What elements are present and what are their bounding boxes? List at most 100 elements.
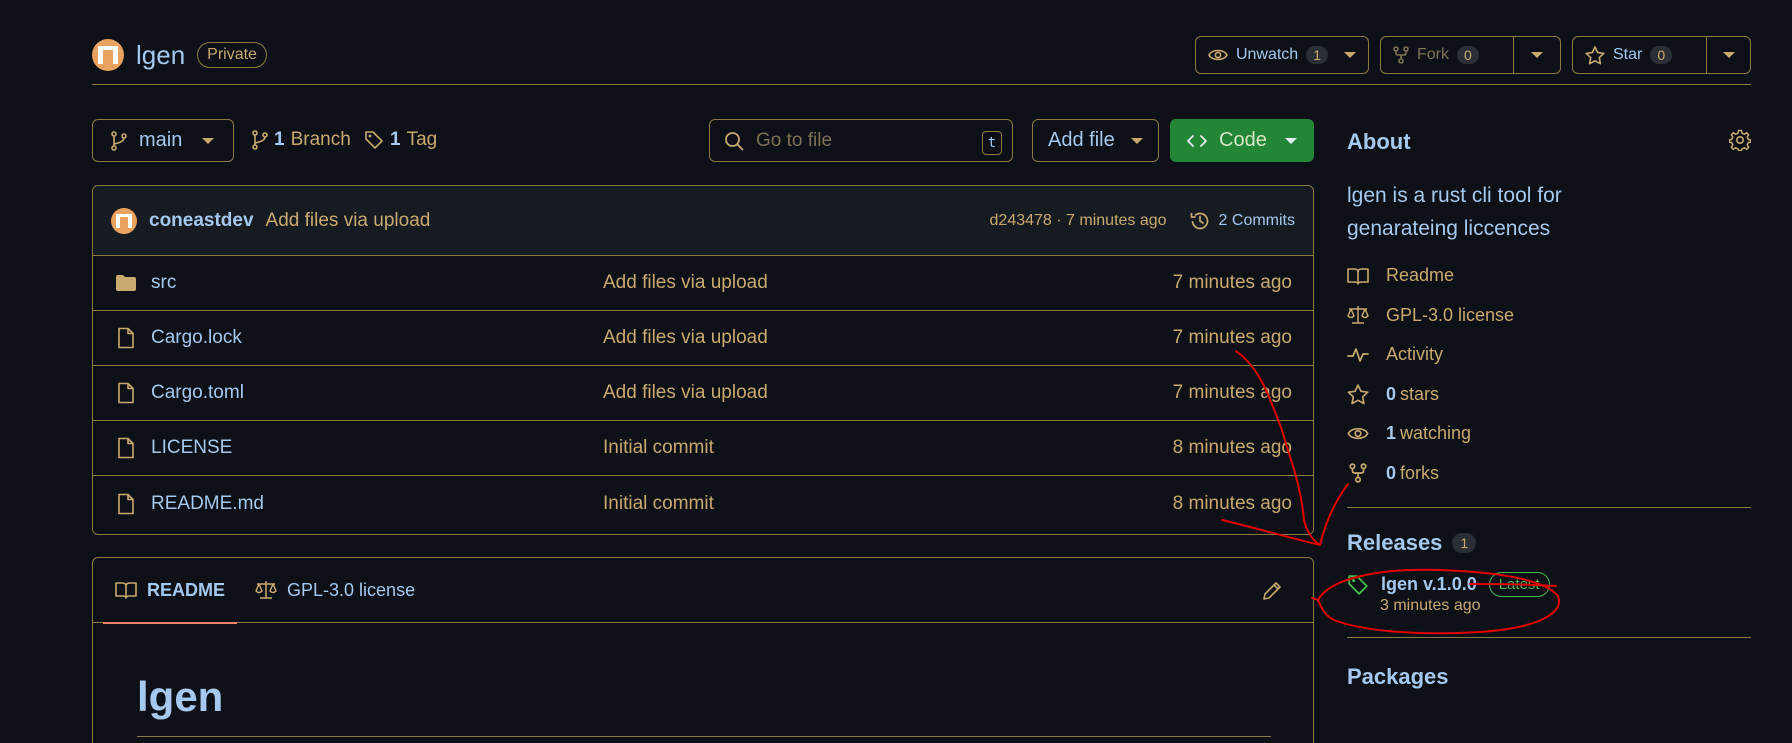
file-name[interactable]: Cargo.toml — [151, 382, 601, 404]
link-text: 1 watching — [1386, 423, 1471, 444]
tab-readme-label: README — [147, 579, 226, 600]
commit-message[interactable]: Add files via upload — [266, 210, 431, 232]
branch-selector[interactable]: main — [92, 119, 234, 162]
readme-heading: lgen — [137, 673, 224, 720]
forks-link[interactable]: 0 forks — [1347, 454, 1751, 494]
star-button[interactable]: Star 0 — [1573, 37, 1706, 73]
file-commit-message[interactable]: Initial commit — [603, 493, 714, 515]
file-icon — [115, 437, 137, 459]
history-icon — [1189, 210, 1211, 232]
tags-link[interactable]: 1 Tag — [364, 129, 437, 151]
releases-title: Releases — [1347, 530, 1443, 555]
branch-label: Branch — [290, 129, 351, 150]
star-icon — [1585, 45, 1605, 65]
book-icon — [115, 581, 137, 599]
forks-count: 0 — [1386, 462, 1397, 483]
file-name[interactable]: src — [151, 272, 601, 294]
watchers-count: 1 — [1386, 423, 1397, 444]
owner-avatar[interactable] — [92, 39, 124, 71]
readme-panel: README GPL-3.0 license lgen — [92, 557, 1314, 743]
file-date: 7 minutes ago — [1172, 382, 1292, 403]
keyboard-shortcut-hint: t — [982, 131, 1002, 155]
file-date: 7 minutes ago — [1172, 327, 1292, 348]
file-name[interactable]: LICENSE — [151, 437, 601, 459]
unwatch-button[interactable]: Unwatch 1 — [1196, 37, 1368, 73]
star-button-group: Star 0 — [1572, 36, 1751, 74]
table-row[interactable]: Cargo.toml Add files via upload 7 minute… — [93, 366, 1313, 421]
search-placeholder: Go to file — [756, 129, 833, 151]
folder-icon — [115, 274, 137, 292]
sidebar-divider — [1347, 637, 1751, 638]
file-date: 8 minutes ago — [1172, 437, 1292, 458]
file-commit-message[interactable]: Initial commit — [603, 437, 714, 459]
file-toolbar: main 1 Branch 1 Tag Go to file t Add fil… — [92, 119, 1314, 162]
watchers-link[interactable]: 1 watching — [1347, 414, 1751, 454]
file-commit-message[interactable]: Add files via upload — [603, 327, 768, 349]
latest-release[interactable]: lgen v.1.0.0 Latest — [1347, 572, 1751, 597]
stars-link[interactable]: 0 stars — [1347, 375, 1751, 415]
heading-divider — [137, 736, 1271, 737]
star-dropdown-button[interactable] — [1706, 37, 1750, 73]
table-row[interactable]: README.md Initial commit 8 minutes ago — [93, 476, 1313, 531]
release-name[interactable]: lgen v.1.0.0 — [1381, 574, 1477, 595]
tag-icon — [1347, 574, 1369, 596]
gear-icon[interactable] — [1729, 129, 1751, 151]
table-row[interactable]: src Add files via upload 7 minutes ago — [93, 256, 1313, 311]
branch-icon — [111, 130, 127, 151]
code-button[interactable]: Code — [1170, 119, 1314, 162]
file-commit-message[interactable]: Add files via upload — [603, 382, 768, 404]
header-divider — [92, 84, 1751, 85]
fork-button[interactable]: Fork 0 — [1381, 37, 1513, 73]
license-link[interactable]: GPL-3.0 license — [1347, 296, 1751, 336]
packages-heading[interactable]: Packages — [1347, 664, 1751, 690]
commits-link[interactable]: 2 Commits — [1189, 210, 1295, 232]
tab-readme[interactable]: README — [102, 558, 238, 624]
file-name[interactable]: README.md — [151, 493, 601, 515]
commit-author-avatar[interactable] — [111, 207, 137, 234]
file-commit-message[interactable]: Add files via upload — [603, 272, 768, 294]
add-file-button[interactable]: Add file — [1032, 119, 1159, 162]
star-label: Star — [1613, 46, 1643, 63]
tab-license[interactable]: GPL-3.0 license — [255, 558, 415, 623]
edit-pencil-icon[interactable] — [1261, 580, 1283, 602]
fork-icon — [1393, 46, 1409, 64]
go-to-file-input[interactable]: Go to file t — [709, 119, 1013, 162]
file-name[interactable]: Cargo.lock — [151, 327, 601, 349]
file-table: coneastdev Add files via upload d243478 … — [92, 185, 1314, 535]
unwatch-button-group: Unwatch 1 — [1194, 36, 1369, 74]
activity-link[interactable]: Activity — [1347, 335, 1751, 375]
tag-label: Tag — [406, 129, 438, 150]
release-date: 3 minutes ago — [1380, 597, 1481, 614]
fork-dropdown-button[interactable] — [1513, 37, 1560, 73]
chevron-down-icon — [202, 137, 215, 144]
file-icon — [115, 382, 137, 404]
chevron-down-icon — [1344, 52, 1356, 58]
repo-description: lgen is a rust cli tool for genarateing … — [1347, 184, 1562, 240]
table-row[interactable]: LICENSE Initial commit 8 minutes ago — [93, 421, 1313, 476]
commit-meta[interactable]: d243478 · 7 minutes ago — [990, 212, 1167, 230]
repo-name[interactable]: lgen — [136, 40, 185, 71]
sidebar-divider — [1347, 507, 1751, 508]
unwatch-label: Unwatch — [1235, 46, 1299, 63]
search-icon — [724, 131, 744, 151]
scale-icon — [255, 580, 277, 600]
latest-commit-bar: coneastdev Add files via upload d243478 … — [93, 186, 1313, 256]
fork-count: 0 — [1457, 46, 1479, 64]
book-icon — [1347, 267, 1369, 285]
about-title: About — [1347, 129, 1411, 154]
readme-link[interactable]: Readme — [1347, 256, 1751, 296]
branches-link[interactable]: 1 Branch — [252, 129, 351, 151]
about-links: Readme GPL-3.0 license Activity 0 stars 1… — [1347, 256, 1751, 493]
chevron-down-icon — [1284, 137, 1297, 144]
chevron-down-icon — [1722, 52, 1735, 58]
file-icon — [115, 493, 137, 515]
link-label: forks — [1400, 462, 1440, 483]
releases-heading[interactable]: Releases 1 — [1347, 530, 1751, 556]
table-row[interactable]: Cargo.lock Add files via upload 7 minute… — [93, 311, 1313, 366]
commit-author[interactable]: coneastdev — [149, 210, 254, 232]
link-label: GPL-3.0 license — [1386, 304, 1515, 325]
branch-icon — [252, 130, 268, 150]
repo-actions: Unwatch 1 Fork 0 Star 0 — [1194, 36, 1751, 74]
visibility-badge: Private — [197, 42, 267, 68]
fork-label: Fork — [1417, 46, 1449, 63]
